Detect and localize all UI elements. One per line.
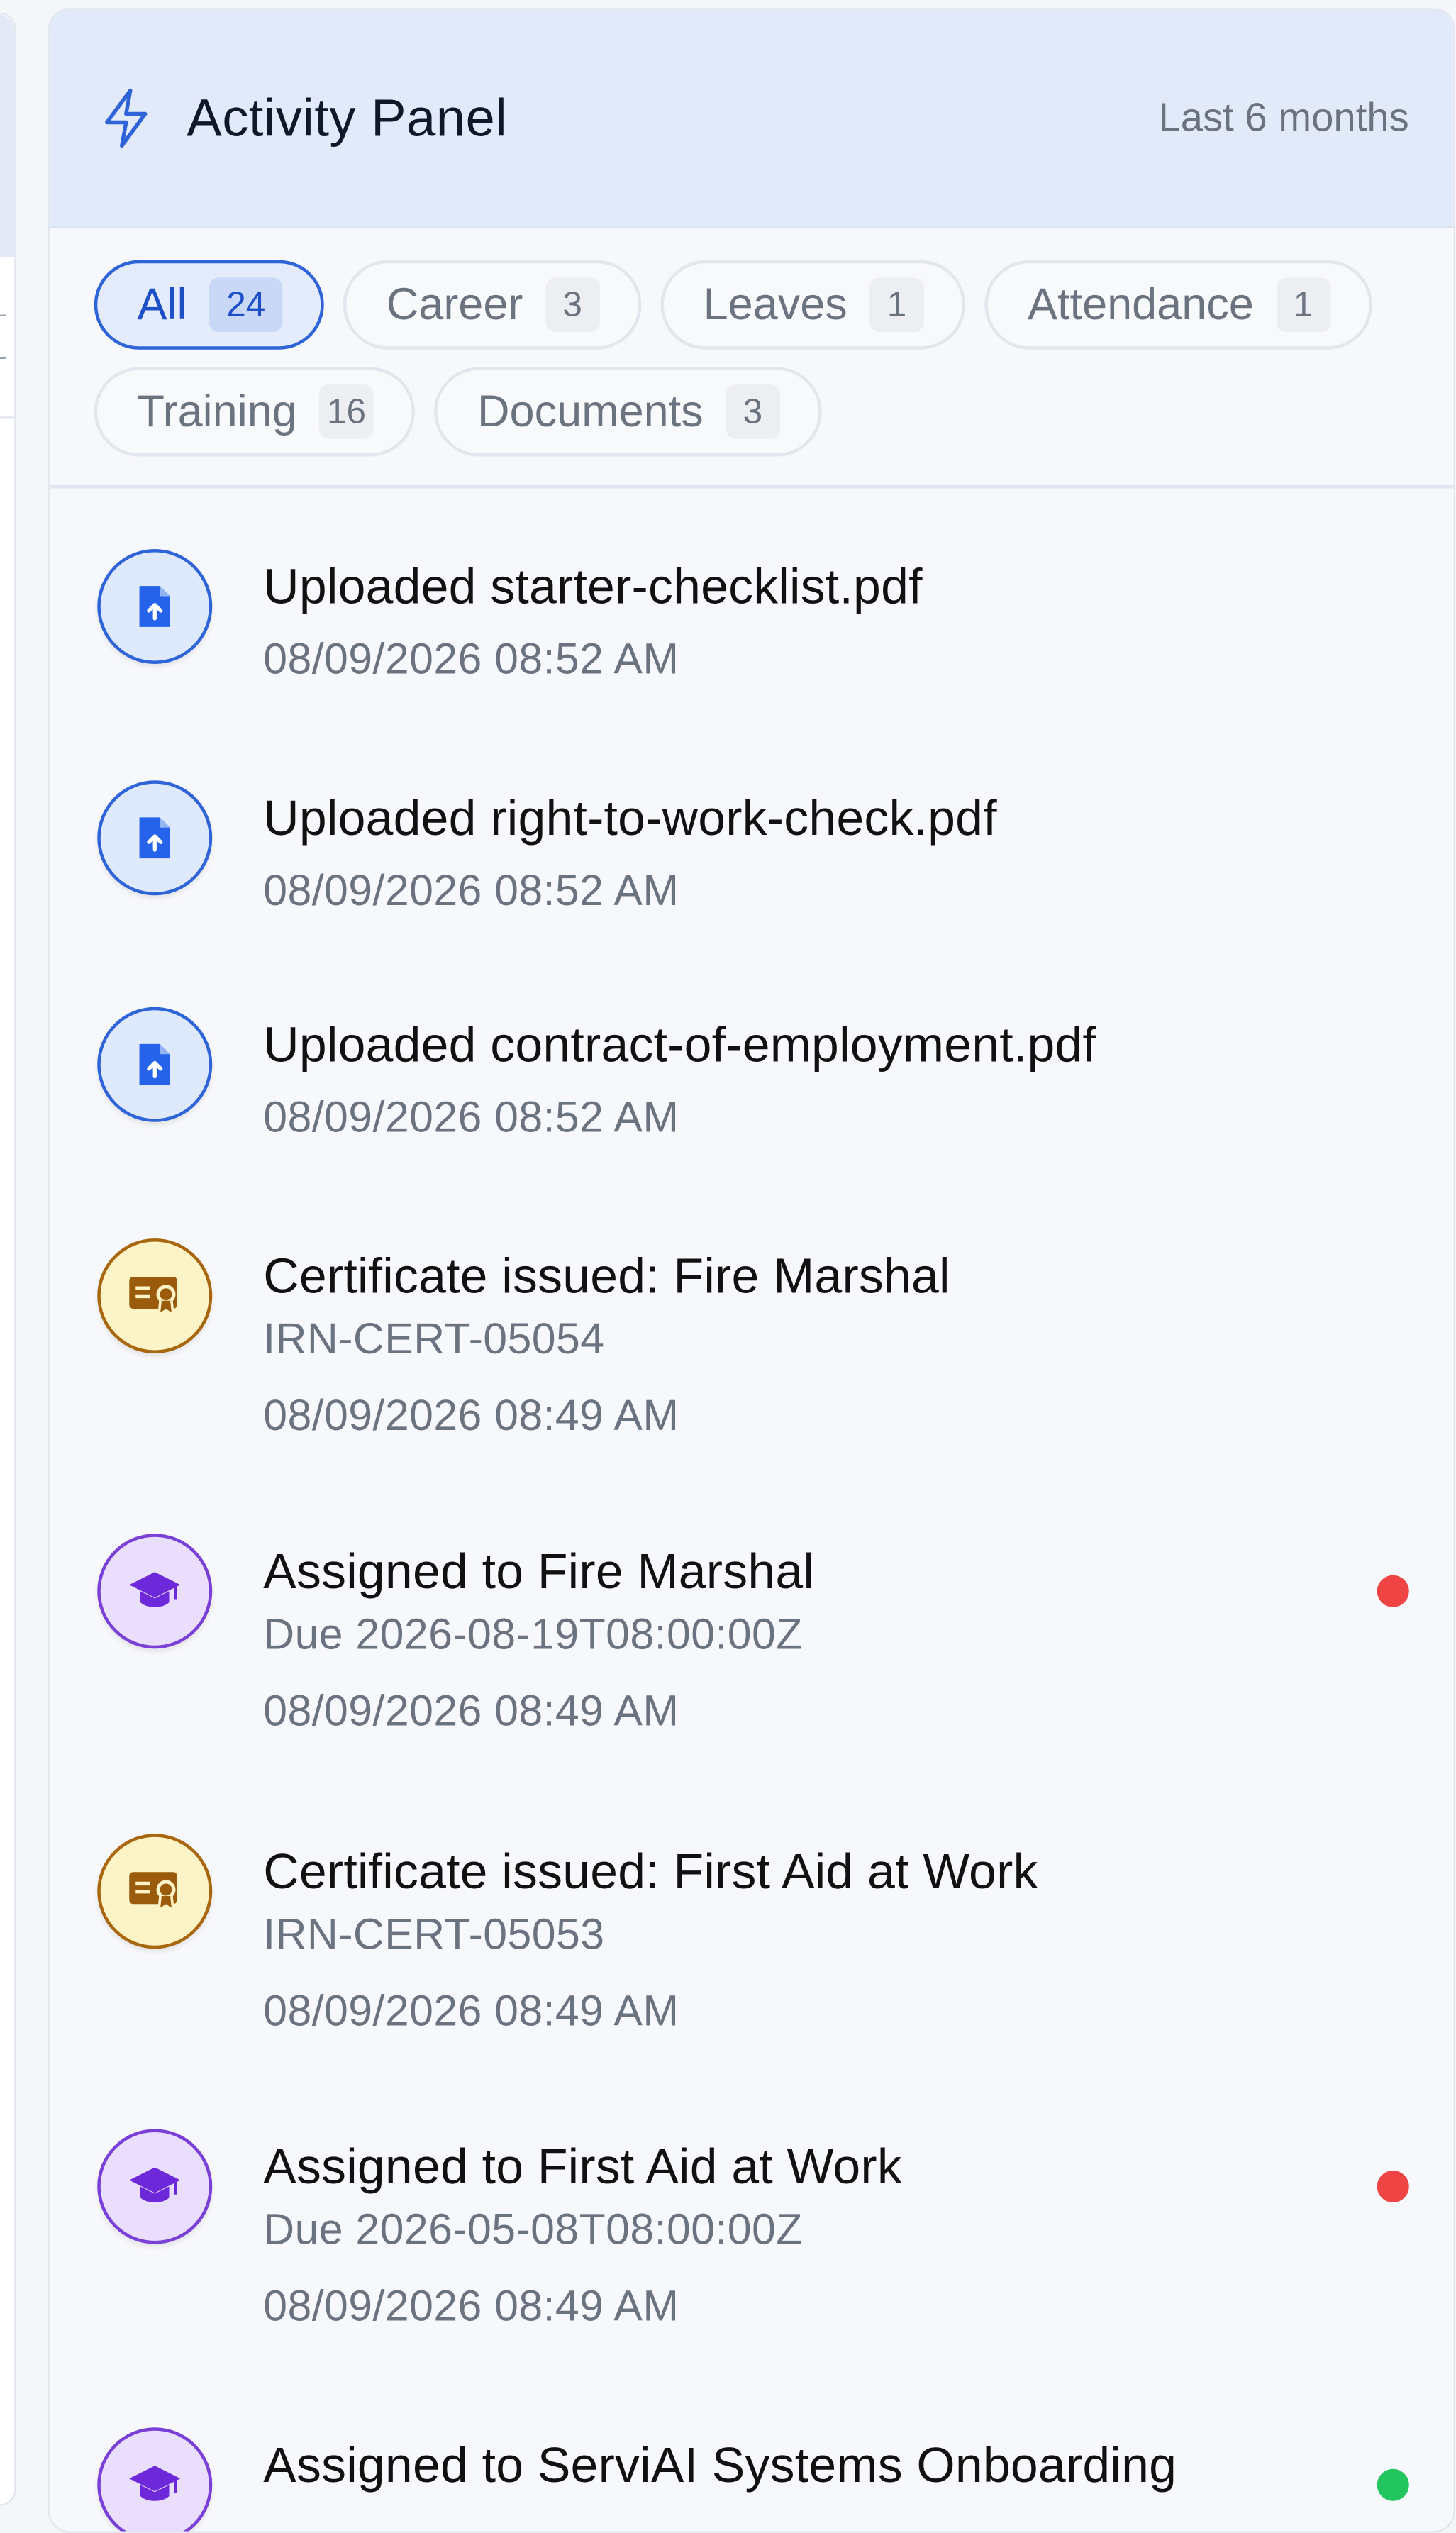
panel-title: Activity Panel: [187, 87, 508, 147]
activity-title: Uploaded right-to-work-check.pdf: [263, 789, 997, 846]
certificate-node: [97, 1238, 213, 1353]
filter-chip-label: Documents: [477, 386, 704, 436]
adjacent-panel-header: [0, 14, 15, 257]
filter-chip-label: Training: [137, 386, 297, 436]
document-node: [97, 1007, 213, 1122]
filter-chip-count: 1: [869, 277, 924, 332]
graduation-cap-icon: [128, 1568, 182, 1616]
document-node: [97, 549, 213, 664]
activity-timestamp: 08/09/2026 08:49 AM: [263, 1392, 679, 1440]
filter-chip-count: 1: [1276, 277, 1330, 332]
filter-chip-leaves[interactable]: Leaves 1: [660, 260, 966, 350]
certificate-icon: [128, 1869, 182, 1914]
training-node: [97, 2129, 213, 2244]
activity-timestamp: 08/09/2026 08:49 AM: [263, 1987, 679, 2035]
activity-detail: Due 2026-05-08T08:00:00Z: [263, 2205, 803, 2254]
filter-chip-count: 16: [319, 384, 374, 439]
activity-title: Uploaded contract-of-employment.pdf: [263, 1016, 1097, 1072]
activity-timestamp: 08/09/2026 08:52 AM: [263, 1093, 679, 1141]
file-upload-icon: [134, 814, 176, 863]
activity-panel: Activity Panel Last 6 months All 24 Career…: [48, 8, 1455, 2533]
activity-timestamp: 08/09/2026 08:52 AM: [263, 866, 679, 915]
activity-timestamp: 08/09/2026 08:49 AM: [263, 2282, 679, 2331]
activity-title: Assigned to ServiAI Systems Onboarding: [263, 2437, 1177, 2493]
filter-chip-count: 24: [209, 277, 283, 332]
file-upload-icon: [134, 1041, 176, 1089]
activity-timestamp: 08/09/2026 08:52 AM: [263, 635, 679, 684]
activity-title: Certificate issued: Fire Marshal: [263, 1248, 950, 1304]
certificate-icon: [128, 1274, 182, 1319]
activity-title: Certificate issued: First Aid at Work: [263, 1843, 1038, 1900]
filter-chip-career[interactable]: Career 3: [343, 260, 641, 350]
lightning-bolt-icon: [105, 88, 148, 148]
status-dot: [1377, 2171, 1409, 2202]
activity-detail: IRN-CERT-05053: [263, 1910, 605, 1958]
adjacent-panel-divider: [0, 416, 15, 419]
graduation-cap-icon: [128, 2163, 182, 2211]
activity-title: Uploaded starter-checklist.pdf: [263, 558, 923, 615]
status-dot: [1377, 1575, 1409, 1607]
filter-chip-label: Leaves: [703, 279, 848, 329]
filter-chip-label: Career: [386, 279, 523, 329]
filter-chip-all[interactable]: All 24: [94, 260, 325, 350]
activity-timestamp: 08/09/2026 08:49 AM: [263, 1687, 679, 1735]
adjacent-panel: [0, 13, 16, 2506]
training-node: [97, 1534, 213, 1649]
filter-chip-attendance[interactable]: Attendance 1: [984, 260, 1372, 350]
filter-chip-count: 3: [726, 384, 780, 439]
activity-screen: Activity Panel Last 6 months All 24 Career…: [0, 0, 1455, 2533]
graduation-cap-icon: [128, 2461, 182, 2510]
time-range-label[interactable]: Last 6 months: [1158, 95, 1408, 141]
document-node: [97, 780, 213, 896]
filter-chip-training[interactable]: Training 16: [94, 367, 416, 457]
activity-title: Assigned to Fire Marshal: [263, 1543, 815, 1600]
training-node: [97, 2427, 213, 2532]
filter-chips: All 24 Career 3 Leaves 1 Attendance 1 Training 16…: [49, 228, 1454, 489]
activity-detail: Due 2026-08-19T08:00:00Z: [263, 1610, 803, 1658]
activity-detail: IRN-CERT-05054: [263, 1315, 605, 1363]
file-upload-icon: [134, 582, 176, 631]
status-dot: [1377, 2468, 1409, 2501]
certificate-node: [97, 1834, 213, 1949]
adjacent-panel-icon: [0, 314, 6, 360]
filter-chip-label: Attendance: [1028, 279, 1254, 329]
panel-header: Activity Panel Last 6 months: [49, 9, 1454, 228]
filter-chip-documents[interactable]: Documents 3: [434, 367, 822, 457]
filter-chip-label: All: [137, 279, 187, 329]
activity-title: Assigned to First Aid at Work: [263, 2139, 902, 2195]
filter-chip-count: 3: [545, 277, 600, 332]
